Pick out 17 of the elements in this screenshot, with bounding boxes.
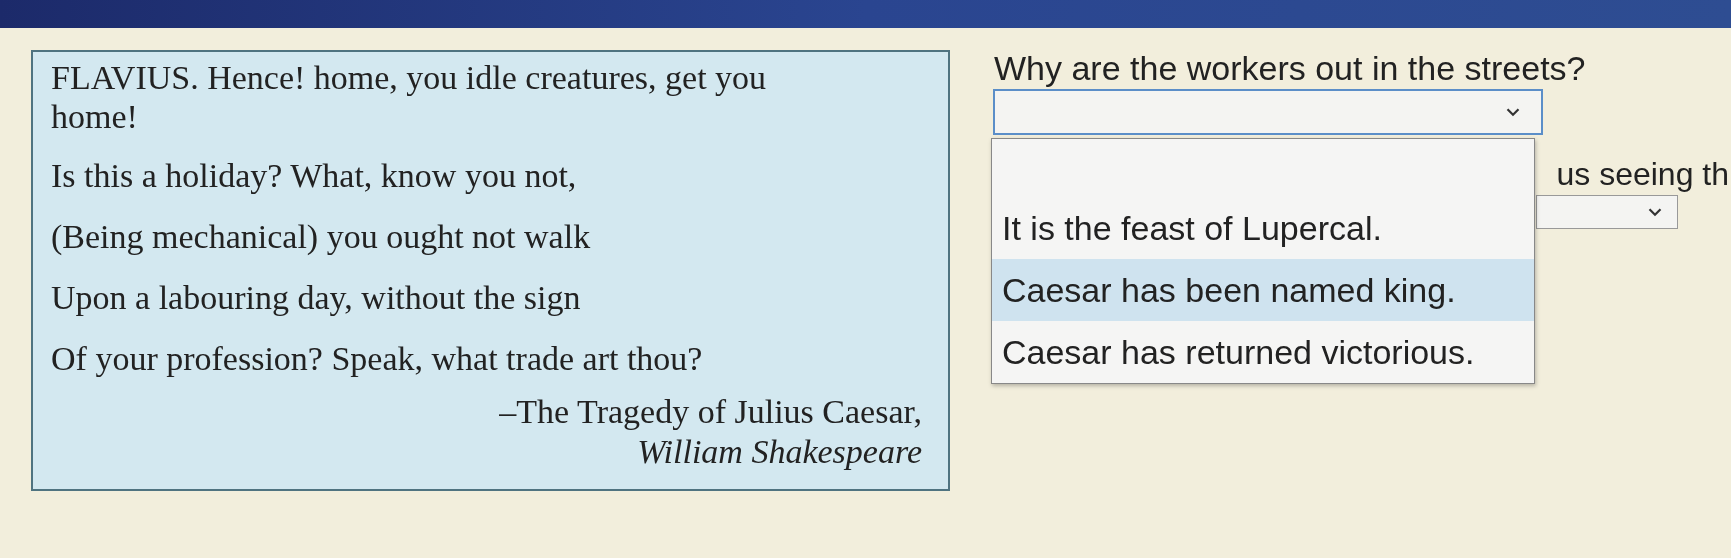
caret-icon [1647, 206, 1663, 218]
caret-icon [1505, 106, 1521, 118]
answer-dropdown[interactable] [1536, 195, 1678, 229]
source-text: –The Tragedy of Julius Caesar, [498, 392, 923, 432]
passage-line: (Being mechanical) you ought not walk [51, 217, 592, 256]
dropdown-option[interactable]: Caesar has returned victorious. [992, 321, 1534, 383]
author-text: William Shakespeare [636, 432, 923, 472]
question-text: us seeing th [1556, 156, 1729, 192]
passage-line: Of your profession? Speak, what trade art thou? [51, 339, 704, 378]
question-text: Why are the workers out in the streets? [994, 50, 1587, 86]
passage-line: Upon a labouring day, without the sign [51, 278, 582, 317]
passage-line: Is this a holiday? What, know you not, [51, 156, 578, 195]
dropdown-option[interactable]: Caesar has been named king. [992, 259, 1534, 321]
dropdown-list[interactable]: It is the feast of Lupercal. Caesar has been named king. Caesar has returned victorious. [991, 138, 1535, 384]
passage-line: FLAVIUS. Hence! home, you idle creatures, get you home! [51, 58, 768, 136]
answer-dropdown[interactable] [994, 90, 1542, 134]
dropdown-option[interactable]: It is the feast of Lupercal. [992, 197, 1534, 259]
